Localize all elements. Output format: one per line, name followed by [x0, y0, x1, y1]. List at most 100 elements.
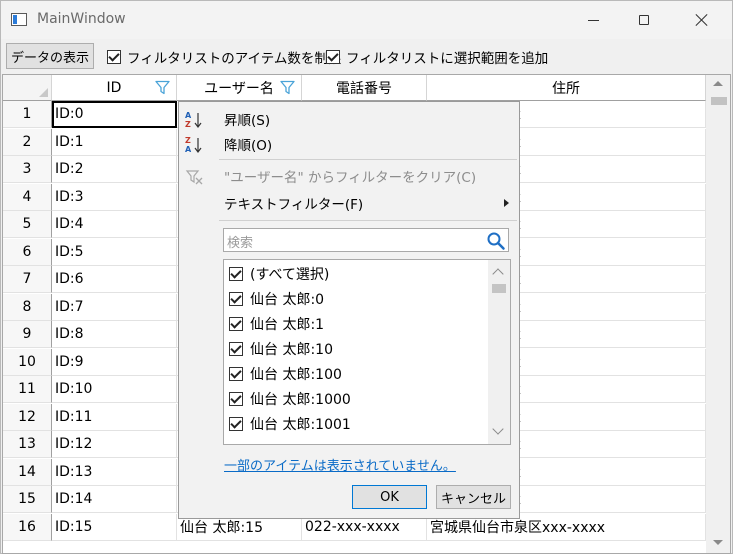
filter-list-item[interactable]: (すべて選択)	[229, 262, 329, 286]
cell-id[interactable]: ID:12	[52, 431, 177, 458]
checkbox-checked-icon[interactable]	[229, 267, 243, 281]
show-data-button[interactable]: データの表示	[6, 43, 94, 69]
checkbox-checked-icon[interactable]	[229, 342, 243, 356]
filter-item-label: 仙台 太郎:1001	[250, 417, 351, 433]
close-icon	[696, 14, 708, 26]
cell-id[interactable]: ID:1	[52, 128, 177, 156]
list-scrollbar[interactable]	[488, 260, 510, 444]
column-header-id[interactable]: ID	[52, 75, 177, 101]
row-header[interactable]: 10	[3, 348, 52, 376]
cell-id[interactable]: ID:9	[52, 348, 177, 376]
cell-id[interactable]: ID:7	[52, 293, 177, 321]
filter-list-item[interactable]: 仙台 太郎:100	[229, 362, 342, 386]
list-scroll-down-icon[interactable]	[492, 423, 504, 435]
column-header-label: 住所	[552, 80, 580, 97]
sort-ascending-item[interactable]: A Z 昇順(S)	[179, 107, 519, 131]
scroll-thumb[interactable]	[711, 97, 727, 105]
row-header[interactable]: 9	[3, 321, 52, 348]
toolbar: データの表示 フィルタリストのアイテム数を制限 フィルタリストに選択範囲を追加	[1, 39, 732, 73]
row-header[interactable]: 4	[3, 183, 52, 211]
sort-descending-label: 降順(O)	[224, 138, 273, 154]
column-header-phone[interactable]: 電話番号	[302, 75, 427, 101]
filter-value-list[interactable]: (すべて選択) 仙台 太郎:0 仙台 太郎:1 仙台 太郎:10 仙台 太郎:100 仙台…	[223, 259, 511, 445]
title-bar[interactable]: MainWindow	[1, 1, 732, 39]
cell-id[interactable]: ID:15	[52, 513, 177, 541]
sort-descending-item[interactable]: Z A 降順(O)	[179, 132, 519, 156]
row-header[interactable]: 6	[3, 238, 52, 266]
scroll-down-arrow-icon[interactable]	[713, 540, 723, 545]
row-header[interactable]: 11	[3, 376, 52, 403]
select-all-corner[interactable]	[3, 75, 52, 101]
sort-descending-icon: Z A	[185, 136, 202, 154]
sort-ascending-label: 昇順(S)	[224, 113, 271, 129]
checkbox-checked-icon[interactable]	[229, 392, 243, 406]
filter-list-item[interactable]: 仙台 太郎:1	[229, 312, 324, 336]
list-scroll-thumb[interactable]	[492, 284, 506, 293]
filter-item-label: 仙台 太郎:0	[250, 292, 325, 308]
text-filter-label: テキストフィルター(F)	[224, 197, 364, 213]
checkbox-checked-icon[interactable]	[229, 417, 243, 431]
app-icon	[11, 13, 27, 26]
filter-list-item[interactable]: 仙台 太郎:1001	[229, 412, 351, 436]
checkbox-checked-icon	[326, 50, 340, 64]
add-range-checkbox[interactable]: フィルタリストに選択範囲を追加	[326, 47, 548, 67]
row-header[interactable]: 16	[3, 513, 52, 541]
row-header[interactable]: 8	[3, 293, 52, 321]
filter-list-item[interactable]: 仙台 太郎:10	[229, 337, 333, 361]
row-header[interactable]: 12	[3, 403, 52, 431]
filter-funnel-icon[interactable]	[280, 80, 295, 95]
limit-items-checkbox[interactable]: フィルタリストのアイテム数を制限	[107, 47, 341, 67]
filter-item-label: 仙台 太郎:10	[250, 342, 333, 358]
checkbox-checked-icon	[107, 50, 121, 64]
filter-item-label: 仙台 太郎:1	[250, 317, 325, 333]
cell-id[interactable]: ID:11	[52, 403, 177, 431]
menu-separator	[219, 159, 517, 160]
cell-id[interactable]: ID:4	[52, 211, 177, 238]
row-header[interactable]: 2	[3, 128, 52, 156]
search-icon[interactable]	[486, 231, 506, 251]
ok-button[interactable]: OK	[352, 485, 427, 509]
cell-id[interactable]: ID:5	[52, 238, 177, 266]
svg-text:Z: Z	[185, 136, 191, 145]
column-header-address[interactable]: 住所	[427, 75, 706, 101]
row-header[interactable]: 7	[3, 266, 52, 293]
filter-search-input[interactable]: 検索	[223, 228, 509, 252]
filter-funnel-icon[interactable]	[155, 80, 170, 95]
row-header[interactable]: 14	[3, 458, 52, 486]
cell-id[interactable]: ID:14	[52, 486, 177, 513]
close-button[interactable]	[679, 1, 725, 39]
filter-list-item[interactable]: 仙台 太郎:1000	[229, 387, 351, 411]
vertical-scrollbar[interactable]	[706, 75, 730, 553]
cell-id[interactable]: ID:13	[52, 458, 177, 486]
cell-id[interactable]: ID:10	[52, 376, 177, 403]
text-filter-item[interactable]: テキストフィルター(F)	[179, 191, 519, 215]
add-range-label: フィルタリストに選択範囲を追加	[346, 51, 549, 67]
cell-id[interactable]: ID:3	[52, 183, 177, 211]
maximize-button[interactable]	[621, 1, 667, 39]
column-header-label: 電話番号	[336, 80, 392, 97]
list-scroll-up-icon[interactable]	[492, 268, 504, 280]
clear-filter-icon	[185, 170, 203, 185]
row-header[interactable]: 5	[3, 211, 52, 238]
cell-id[interactable]: ID:8	[52, 321, 177, 348]
row-header[interactable]: 13	[3, 431, 52, 458]
checkbox-checked-icon[interactable]	[229, 292, 243, 306]
cell-id[interactable]: ID:6	[52, 266, 177, 293]
checkbox-checked-icon[interactable]	[229, 367, 243, 381]
filter-list-item[interactable]: 仙台 太郎:0	[229, 287, 324, 311]
clear-filter-item[interactable]: "ユーザー名" からフィルターをクリア(C)	[179, 164, 519, 188]
column-header-label: ID	[106, 79, 122, 96]
checkbox-checked-icon[interactable]	[229, 317, 243, 331]
scroll-up-arrow-icon[interactable]	[713, 81, 723, 86]
row-header[interactable]: 15	[3, 486, 52, 513]
items-not-shown-link[interactable]: 一部のアイテムは表示されていません。	[224, 455, 456, 474]
minimize-button[interactable]	[570, 1, 616, 39]
column-filter-popup: A Z 昇順(S) Z A 降順(O) "ユーザー名" からフィルターをクリア(…	[178, 101, 520, 519]
cancel-button[interactable]: キャンセル	[436, 485, 511, 509]
column-header-username[interactable]: ユーザー名	[177, 75, 302, 101]
cell-id[interactable]: ID:2	[52, 156, 177, 183]
row-header[interactable]: 1	[3, 101, 52, 128]
cell-id[interactable]: ID:0	[52, 101, 177, 128]
search-placeholder: 検索	[227, 236, 254, 251]
row-header[interactable]: 3	[3, 156, 52, 183]
